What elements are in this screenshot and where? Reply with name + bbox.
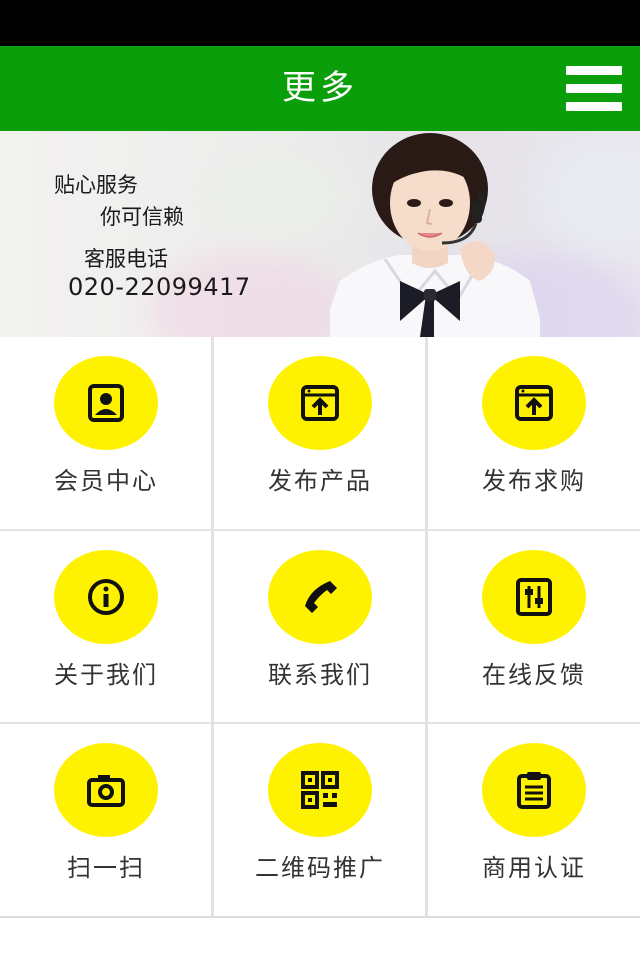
hotline-label: 客服电话: [84, 247, 168, 271]
feedback-sliders-icon: [516, 578, 552, 616]
status-bar: [0, 0, 640, 46]
menu-item-label: 商用认证: [482, 854, 586, 882]
hamburger-menu-icon[interactable]: [566, 66, 622, 112]
customer-service-banner[interactable]: 贴心服务 你可信赖 客服电话 020-22099417: [0, 131, 640, 337]
customer-service-agent-photo: [330, 133, 540, 337]
member-profile-icon: [88, 384, 124, 422]
menu-item-label: 二维码推广: [255, 854, 385, 882]
menu-item-scan[interactable]: 扫一扫: [0, 724, 212, 916]
menu-item-label: 关于我们: [54, 661, 158, 689]
menu-item-label: 扫一扫: [67, 854, 145, 882]
menu-item-label: 发布产品: [268, 467, 372, 495]
menu-item-label: 联系我们: [268, 661, 372, 689]
qr-code-icon: [301, 771, 339, 809]
page-title: 更多: [282, 68, 358, 108]
menu-item-member-center[interactable]: 会员中心: [0, 337, 212, 529]
phone-icon: [305, 581, 337, 613]
clipboard-icon: [517, 772, 551, 809]
app-header: 更多: [0, 46, 640, 131]
menu-item-label: 在线反馈: [482, 661, 586, 689]
info-icon: [88, 579, 124, 615]
banner-tagline: 你可信赖: [100, 205, 184, 229]
upload-window-icon: [515, 385, 553, 421]
menu-item-qr-promotion[interactable]: 二维码推广: [214, 724, 426, 916]
menu-item-label: 发布求购: [482, 467, 586, 495]
banner-tagline: 贴心服务: [54, 173, 138, 197]
feature-menu-grid: 会员中心 发布产品 发布求购 关于我们 联系我们 在线反馈 扫一扫 二维码推广 …: [0, 337, 640, 918]
menu-item-publish-product[interactable]: 发布产品: [214, 337, 426, 529]
menu-item-publish-request[interactable]: 发布求购: [428, 337, 640, 529]
menu-item-about-us[interactable]: 关于我们: [0, 531, 212, 723]
camera-icon: [87, 775, 125, 807]
menu-item-online-feedback[interactable]: 在线反馈: [428, 531, 640, 723]
menu-item-business-certification[interactable]: 商用认证: [428, 724, 640, 916]
menu-item-contact-us[interactable]: 联系我们: [214, 531, 426, 723]
menu-item-label: 会员中心: [54, 467, 158, 495]
upload-window-icon: [301, 385, 339, 421]
hotline-number: 020-22099417: [68, 273, 251, 301]
